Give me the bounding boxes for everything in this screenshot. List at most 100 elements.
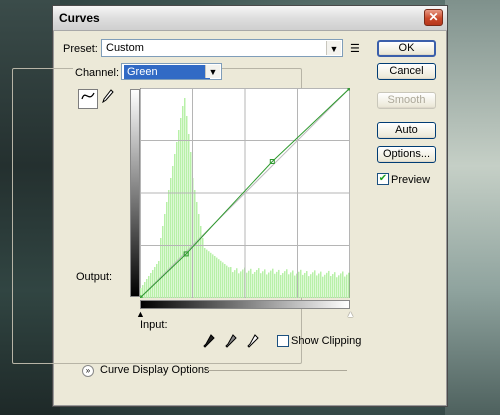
histogram-bar [332,274,334,298]
histogram-bar [164,214,166,298]
histogram-bar [316,275,318,298]
histogram-bar [170,178,172,298]
histogram-bar [324,274,326,298]
histogram-bar [198,214,200,298]
options-button[interactable]: Options... [377,146,436,163]
input-gradient-bar [140,300,350,309]
histogram-bar [160,238,162,298]
chevron-down-icon: ▼ [326,41,341,55]
histogram-bar [250,268,252,298]
histogram-bar [338,275,340,298]
close-icon[interactable]: ✕ [424,9,443,26]
histogram-bar [326,272,328,298]
histogram-bar [246,272,248,298]
expand-chevron-icon[interactable]: » [82,365,94,377]
divider [205,370,347,371]
pencil-icon [102,89,114,104]
dialog-title: Curves [59,11,100,25]
histogram-bar [174,154,176,298]
histogram-bar [162,226,164,298]
show-clipping-label: Show Clipping [291,335,362,347]
histogram-bar [302,274,304,298]
histogram-bar [172,166,174,298]
curve-display-options-label: Curve Display Options [100,364,210,376]
gray-eyedropper-icon[interactable] [224,334,238,348]
white-point-slider[interactable]: ▲ [346,309,355,319]
histogram-bar [180,118,182,298]
preview-checkbox[interactable]: ✔ [377,173,389,185]
channel-select[interactable]: Green ▼ [121,63,222,80]
show-clipping-checkbox[interactable] [277,335,289,347]
auto-button[interactable]: Auto [377,122,436,139]
histogram-bar [346,274,348,298]
pencil-tool-button[interactable] [98,89,118,109]
histogram-bar [308,276,310,298]
histogram-bar [294,275,296,298]
histogram-bar [264,269,266,298]
histogram-bar [146,279,148,298]
histogram-bar [312,272,314,298]
preset-select[interactable]: Custom ▼ [101,39,343,57]
title-bar[interactable]: Curves ✕ [53,6,447,31]
histogram-bar [144,282,146,298]
histogram-bar [304,272,306,298]
black-point-slider[interactable]: ▲ [136,309,145,319]
black-eyedropper-icon[interactable] [202,334,216,348]
histogram-bar [216,257,218,298]
background-right [445,0,500,415]
histogram-bar [290,272,292,298]
histogram-bar [232,272,234,298]
histogram-bar [284,271,286,298]
histogram-bar [270,270,272,298]
histogram-bar [328,270,330,298]
histogram-bar [240,271,242,298]
histogram-bar [220,260,222,298]
histogram-bar [292,270,294,298]
white-eyedropper-icon[interactable] [246,334,260,348]
preset-label: Preset: [63,43,98,55]
preset-value: Custom [106,42,144,54]
histogram-bar [224,264,226,298]
histogram-bar [310,274,312,298]
chevron-down-icon: ▼ [205,65,220,78]
histogram-bar [318,273,320,298]
histogram-bar [202,238,204,298]
histogram-bar [206,249,208,298]
histogram-bar [176,142,178,298]
histogram-bar [252,273,254,298]
histogram-bar [248,270,250,298]
channel-label: Channel: [73,67,122,79]
histogram-bar [344,276,346,298]
histogram-bar [188,134,190,298]
list-menu-icon[interactable]: ☰ [350,42,360,55]
histogram-bar [272,268,274,298]
histogram-bar [268,272,270,298]
smooth-button[interactable]: Smooth [377,92,436,109]
histogram-bar [238,273,240,298]
histogram-bar [218,259,220,298]
histogram-bar [184,98,186,298]
histogram-bar [258,268,260,298]
histogram-bar [348,272,350,298]
output-gradient-bar [130,89,140,297]
histogram-bar [204,248,206,298]
curve-tool-button[interactable] [78,89,98,109]
histogram-bar [300,269,302,298]
cancel-button[interactable]: Cancel [377,63,436,80]
histogram-bar [314,270,316,298]
ok-button[interactable]: OK [377,40,436,57]
histogram-bar [182,106,184,298]
histogram-bar [262,271,264,298]
histogram-bar [266,274,268,298]
histogram-bar [286,269,288,298]
histogram-bar [320,271,322,298]
curve-graph[interactable] [140,88,350,298]
histogram-bar [212,254,214,298]
histogram-bar [306,271,308,298]
histogram-bar [186,116,188,298]
histogram-bar [242,269,244,298]
histogram-bar [196,202,198,298]
histogram-bar [322,276,324,298]
histogram-bar [282,273,284,298]
histogram-bar [234,270,236,298]
